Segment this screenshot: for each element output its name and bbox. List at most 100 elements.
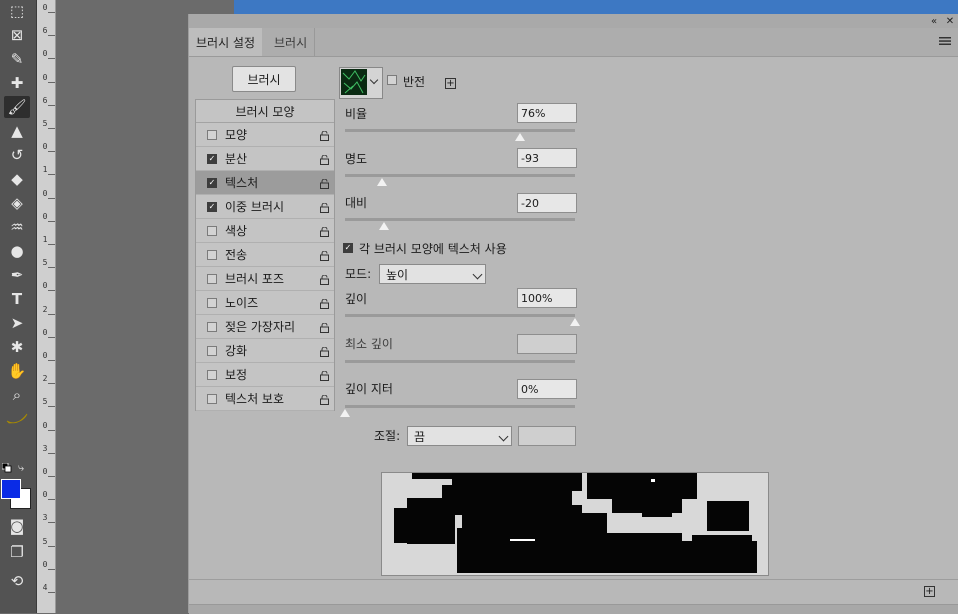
close-icon[interactable]: ✕: [943, 14, 957, 28]
lock-icon[interactable]: [320, 370, 329, 381]
list-item[interactable]: ✓ 분산: [196, 147, 334, 171]
lock-icon[interactable]: [320, 202, 329, 213]
eyedropper-icon[interactable]: ✎: [4, 48, 30, 70]
frame-icon[interactable]: ⊠: [4, 24, 30, 46]
depth-field[interactable]: 100%: [517, 288, 577, 308]
lock-icon[interactable]: [320, 226, 329, 237]
paint-bucket-icon[interactable]: ◈: [4, 192, 30, 214]
mode-select[interactable]: 높이: [379, 264, 486, 284]
scale-slider[interactable]: [345, 129, 575, 132]
lock-icon[interactable]: [320, 322, 329, 333]
list-item[interactable]: ✓ 텍스처: [196, 171, 334, 195]
invert-checkbox[interactable]: [387, 75, 397, 85]
hand-icon[interactable]: ✋: [4, 360, 30, 382]
shape-icon[interactable]: ✱: [4, 336, 30, 358]
tab-brushes[interactable]: 브러시: [267, 28, 316, 56]
list-item[interactable]: 텍스처 보호: [196, 387, 334, 411]
list-item-checkbox[interactable]: [207, 297, 217, 308]
min-depth-slider[interactable]: [345, 360, 575, 363]
list-item-checkbox[interactable]: ✓: [207, 177, 217, 188]
contrast-field[interactable]: -20: [517, 193, 577, 213]
list-item-label: 브러시 포즈: [225, 272, 285, 286]
list-item-checkbox[interactable]: [207, 345, 217, 356]
new-brush-icon[interactable]: +: [924, 586, 935, 597]
screen-mode-icon[interactable]: ❐: [4, 541, 30, 563]
contrast-slider-thumb[interactable]: [379, 222, 390, 230]
ruler-mark: 0: [42, 142, 48, 152]
banana-icon[interactable]: [4, 408, 30, 430]
list-item[interactable]: 색상: [196, 219, 334, 243]
foreground-color-swatch[interactable]: [1, 479, 21, 499]
texture-picker[interactable]: [339, 67, 383, 99]
list-item-checkbox[interactable]: [207, 129, 217, 140]
marquee-icon[interactable]: ⬚: [4, 0, 30, 22]
dodge-icon[interactable]: ●: [4, 240, 30, 262]
contrast-slider[interactable]: [345, 218, 575, 221]
history-brush-icon[interactable]: ↺: [4, 144, 30, 166]
lock-icon[interactable]: [320, 274, 329, 285]
healing-icon[interactable]: ✚: [4, 72, 30, 94]
list-item[interactable]: 노이즈: [196, 291, 334, 315]
zoom-icon[interactable]: ⌕: [4, 384, 30, 406]
depth-jitter-slider-thumb[interactable]: [340, 409, 350, 417]
depth-slider-thumb[interactable]: [570, 318, 580, 326]
lock-icon[interactable]: [320, 298, 329, 309]
control-select[interactable]: 끔: [407, 426, 512, 446]
eraser-icon[interactable]: ◆: [4, 168, 30, 190]
blur-icon[interactable]: ♒: [4, 216, 30, 238]
list-item[interactable]: 모양: [196, 123, 334, 147]
depth-jitter-slider[interactable]: [345, 405, 575, 408]
type-icon[interactable]: T: [4, 288, 30, 310]
brushes-button[interactable]: 브러시: [232, 66, 296, 92]
pen-icon[interactable]: ✒: [4, 264, 30, 286]
list-item-checkbox[interactable]: ✓: [207, 153, 217, 164]
list-item[interactable]: 강화: [196, 339, 334, 363]
list-item-checkbox[interactable]: [207, 273, 217, 284]
brightness-slider-thumb[interactable]: [376, 178, 387, 186]
lock-icon[interactable]: [320, 154, 329, 165]
swap-colors-icon[interactable]: ⤷: [18, 461, 24, 475]
invert-label: 반전: [403, 75, 426, 89]
vertical-ruler: 0 6 0 0 6 5 0 1 0 0 1 5 0 2 0 0 2 5 0 3 0 0 3 5 0 4: [37, 0, 56, 613]
list-item-checkbox[interactable]: [207, 321, 217, 332]
depth-slider[interactable]: [345, 314, 575, 317]
panel-menu-icon[interactable]: [939, 35, 953, 49]
lock-icon[interactable]: [320, 394, 329, 405]
list-item[interactable]: 젖은 가장자리: [196, 315, 334, 339]
depth-jitter-field[interactable]: 0%: [517, 379, 577, 399]
tools-panel: ⬚ ⊠ ✎ ✚ 🖌 ▲ ↺ ◆ ◈ ♒ ● ✒ T ➤ ✱ ✋ ⌕ ⤷ ◙ ❐ …: [0, 0, 37, 613]
control-value: 끔: [414, 429, 426, 444]
tab-brush-settings[interactable]: 브러시 설정: [189, 28, 263, 56]
lock-icon[interactable]: [320, 346, 329, 357]
stamp-icon[interactable]: ▲: [4, 120, 30, 142]
scale-slider-thumb[interactable]: [514, 133, 525, 141]
brightness-slider[interactable]: [345, 174, 575, 177]
list-item[interactable]: 보정: [196, 363, 334, 387]
cloud-docs-icon[interactable]: ⟲: [4, 570, 30, 592]
list-item[interactable]: 전송: [196, 243, 334, 267]
brightness-field[interactable]: -93: [517, 148, 577, 168]
list-item[interactable]: 브러시 포즈: [196, 267, 334, 291]
collapse-icon[interactable]: «: [927, 14, 941, 28]
min-depth-field[interactable]: [517, 334, 577, 354]
default-colors-icon[interactable]: [1, 462, 12, 473]
add-pattern-icon[interactable]: +: [445, 78, 456, 89]
quick-mask-icon[interactable]: ◙: [4, 515, 30, 537]
list-item-checkbox[interactable]: ✓: [207, 201, 217, 212]
list-item-checkbox[interactable]: [207, 225, 217, 236]
lock-icon[interactable]: [320, 130, 329, 141]
ruler-mark: 0: [42, 327, 48, 337]
path-select-icon[interactable]: ➤: [4, 312, 30, 334]
control-amount-field[interactable]: [518, 426, 576, 446]
lock-icon[interactable]: [320, 178, 329, 189]
brush-tip-shape-item[interactable]: 브러시 모양: [196, 100, 334, 123]
scale-field[interactable]: 76%: [517, 103, 577, 123]
list-item-checkbox[interactable]: [207, 369, 217, 380]
list-item[interactable]: ✓ 이중 브러시: [196, 195, 334, 219]
brush-icon[interactable]: 🖌: [4, 96, 30, 118]
lock-icon[interactable]: [320, 250, 329, 261]
list-item-checkbox[interactable]: [207, 393, 217, 404]
texture-each-tip-checkbox[interactable]: ✓: [343, 243, 353, 253]
canvas-area[interactable]: [234, 0, 958, 14]
list-item-checkbox[interactable]: [207, 249, 217, 260]
